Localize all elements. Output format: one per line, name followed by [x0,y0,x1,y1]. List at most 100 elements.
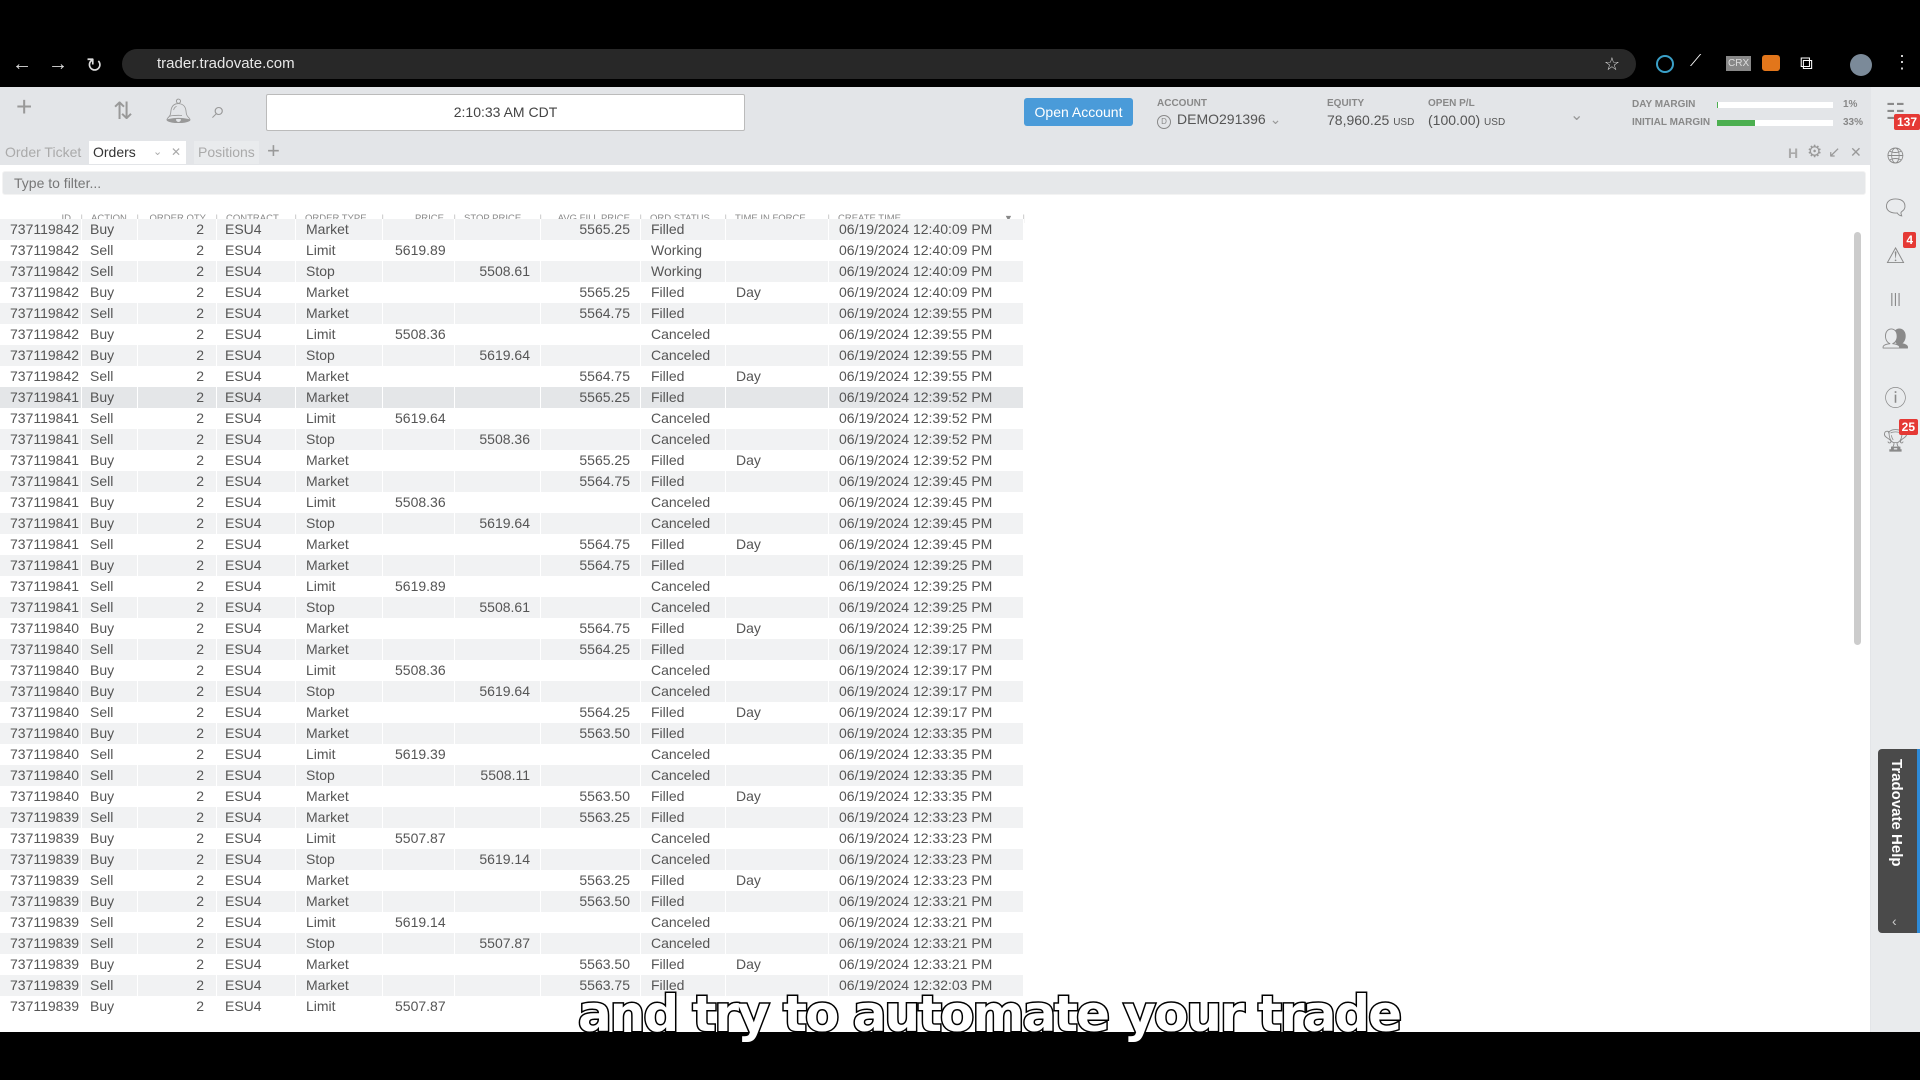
tab-dropdown-icon[interactable]: ⌄ [153,141,162,164]
cell-stop-price [455,639,541,660]
open-account-button[interactable]: Open Account [1024,98,1133,126]
table-row[interactable]: 737119840 Buy 2 ESU4 Limit 5508.36 Canceled 06/… [0,660,1024,681]
table-row[interactable]: 737119842 Sell 2 ESU4 Market 5564.75 Filled 06/… [0,303,1024,324]
table-row[interactable]: 737119842 Buy 2 ESU4 Market 5565.25 Filled Day 0… [0,282,1024,303]
forward-icon[interactable]: → [48,53,68,76]
cell-contract: ESU4 [217,513,296,534]
table-row[interactable]: 737119840 Sell 2 ESU4 Market 5564.25 Filled Day… [0,702,1024,723]
table-row[interactable]: 737119842 Buy 2 ESU4 Market 5565.25 Filled 06/1… [0,219,1024,240]
table-row[interactable]: 737119839 Sell 2 ESU4 Stop 5507.87 Canceled 06/… [0,933,1024,954]
cell-action: Buy [82,282,138,303]
cell-action: Buy [82,450,138,471]
equity-value: 78,960.25 [1327,112,1390,128]
account-selector[interactable]: ACCOUNT D DEMO291396 ⌄ [1157,98,1281,129]
profile-avatar[interactable] [1850,54,1872,76]
menu-kebab-icon[interactable]: ⋮ [1893,52,1911,73]
table-row[interactable]: 737119841 Sell 2 ESU4 Stop 5508.61 Canceled 06/… [0,597,1024,618]
globe-icon[interactable]: 🌐︎ [1871,143,1920,169]
filter-input[interactable]: Type to filter... [2,171,1866,195]
table-row[interactable]: 737119841 Buy 2 ESU4 Limit 5508.36 Canceled 06/… [0,492,1024,513]
table-row[interactable]: 737119840 Buy 2 ESU4 Market 5564.75 Filled Day 0… [0,618,1024,639]
table-row[interactable]: 737119841 Buy 2 ESU4 Market 5565.25 Filled 06/1… [0,387,1024,408]
expand-chevron-icon[interactable]: ⌄ [1570,105,1583,125]
cell-contract: ESU4 [217,723,296,744]
table-row[interactable]: 737119842 Buy 2 ESU4 Stop 5619.64 Canceled 06/1… [0,345,1024,366]
table-row[interactable]: 737119840 Buy 2 ESU4 Market 5563.50 Filled Day 0… [0,786,1024,807]
table-row[interactable]: 737119840 Sell 2 ESU4 Limit 5619.39 Canceled 06… [0,744,1024,765]
table-row[interactable]: 737119840 Sell 2 ESU4 Market 5564.25 Filled 06/… [0,639,1024,660]
table-row[interactable]: 737119841 Sell 2 ESU4 Market 5564.75 Filled 06/… [0,471,1024,492]
table-row[interactable]: 737119842 Sell 2 ESU4 Stop 5508.61 Working 06/1… [0,261,1024,282]
address-bar[interactable]: trader.tradovate.com ☆ [122,49,1636,79]
transfer-arrows-icon[interactable]: ⇅ [113,97,133,126]
table-row[interactable]: 737119841 Buy 2 ESU4 Market 5565.25 Filled Day 0… [0,450,1024,471]
crx-icon[interactable]: CRX [1726,56,1752,71]
table-row[interactable]: 737119839 Sell 2 ESU4 Market 5563.25 Filled Day… [0,870,1024,891]
tab-orders[interactable]: Orders ⌄ ✕ [89,141,186,164]
table-row[interactable]: 737119841 Sell 2 ESU4 Limit 5619.64 Canceled 06… [0,408,1024,429]
close-panel-icon[interactable]: ✕ [1850,144,1862,161]
cell-stop-price [455,660,541,681]
table-row[interactable]: 737119839 Sell 2 ESU4 Limit 5619.14 Canceled 06… [0,912,1024,933]
gear-icon[interactable]: ⚙ [1807,142,1822,162]
bookmark-star-icon[interactable]: ☆ [1604,49,1620,79]
vpn-icon[interactable] [1656,55,1674,73]
add-icon[interactable]: + [16,91,32,123]
broom-icon[interactable]: ⟋ [1690,53,1701,71]
cell-avg-fill-price: 5564.75 [541,471,641,492]
tab-close-icon[interactable]: ✕ [171,141,181,164]
cell-time-in-force: Day [726,786,829,807]
puzzle-icon[interactable]: ⧉ [1800,53,1813,74]
cell-price [383,618,455,639]
cell-avg-fill-price: 5564.75 [541,555,641,576]
table-row[interactable]: 737119840 Buy 2 ESU4 Market 5563.50 Filled 06/1… [0,723,1024,744]
metamask-icon[interactable] [1762,55,1780,71]
tab-positions[interactable]: Positions [194,141,259,164]
people-icon[interactable]: 👥︎ [1871,326,1920,352]
table-row[interactable]: 737119841 Buy 2 ESU4 Market 5564.75 Filled 06/1… [0,555,1024,576]
table-row[interactable]: 737119839 Buy 2 ESU4 Market 5563.50 Filled 06/1… [0,891,1024,912]
table-row[interactable]: 737119841 Sell 2 ESU4 Limit 5619.89 Canceled 06… [0,576,1024,597]
table-row[interactable]: 737119839 Buy 2 ESU4 Stop 5619.14 Canceled 06/1… [0,849,1024,870]
cell-time-in-force: Day [726,366,829,387]
cell-price [383,534,455,555]
cell-avg-fill-price [541,492,641,513]
bell-icon[interactable]: 🔔︎ [163,97,193,126]
search-icon[interactable]: ⌕ [212,97,225,125]
table-row[interactable]: 737119842 Sell 2 ESU4 Market 5564.75 Filled Day… [0,366,1024,387]
cell-avg-fill-price [541,849,641,870]
chat-icon[interactable]: 🗨︎ [1871,195,1920,221]
table-row[interactable]: 737119839 Sell 2 ESU4 Market 5563.25 Filled 06/… [0,807,1024,828]
cell-time-in-force [726,660,829,681]
table-row[interactable]: 737119841 Sell 2 ESU4 Stop 5508.36 Canceled 06/… [0,429,1024,450]
bars-icon[interactable]: ||| [1871,290,1920,306]
table-row[interactable]: 737119841 Sell 2 ESU4 Market 5564.75 Filled Day… [0,534,1024,555]
help-icon[interactable]: ⓘ [1871,381,1920,413]
cell-ord-status: Canceled [641,849,726,870]
cell-contract: ESU4 [217,324,296,345]
table-row[interactable]: 737119842 Sell 2 ESU4 Limit 5619.89 Working 06/… [0,240,1024,261]
table-row[interactable]: 737119839 Buy 2 ESU4 Limit 5507.87 Canceled 06/… [0,828,1024,849]
table-row[interactable]: 737119840 Buy 2 ESU4 Stop 5619.64 Canceled 06/1… [0,681,1024,702]
cell-order-qty: 2 [138,618,217,639]
tab-order-ticket[interactable]: Order Ticket [1,141,85,164]
cell-price [383,681,455,702]
equity-label: EQUITY [1327,98,1365,109]
add-tab-icon[interactable]: + [267,138,280,164]
table-row[interactable]: 737119840 Sell 2 ESU4 Stop 5508.11 Canceled 06/… [0,765,1024,786]
cell-contract: ESU4 [217,681,296,702]
cell-ord-status: Canceled [641,576,726,597]
tradovate-help-tab[interactable]: Tradovate Help ‹ [1878,749,1920,933]
table-row[interactable]: 737119842 Buy 2 ESU4 Limit 5508.36 Canceled 06/… [0,324,1024,345]
cell-action: Buy [82,513,138,534]
table-row[interactable]: 737119841 Buy 2 ESU4 Stop 5619.64 Canceled 06/1… [0,513,1024,534]
shrink-icon[interactable]: ↙ [1828,143,1841,161]
reload-icon[interactable]: ↻ [86,53,103,78]
cell-avg-fill-price [541,576,641,597]
table-row[interactable]: 737119839 Buy 2 ESU4 Market 5563.50 Filled Day 0… [0,954,1024,975]
back-icon[interactable]: ← [12,53,32,76]
chevron-left-icon[interactable]: ‹ [1892,913,1897,929]
h-button[interactable]: H [1788,145,1798,161]
scrollbar[interactable] [1854,232,1861,645]
cell-order-type: Limit [296,576,383,597]
